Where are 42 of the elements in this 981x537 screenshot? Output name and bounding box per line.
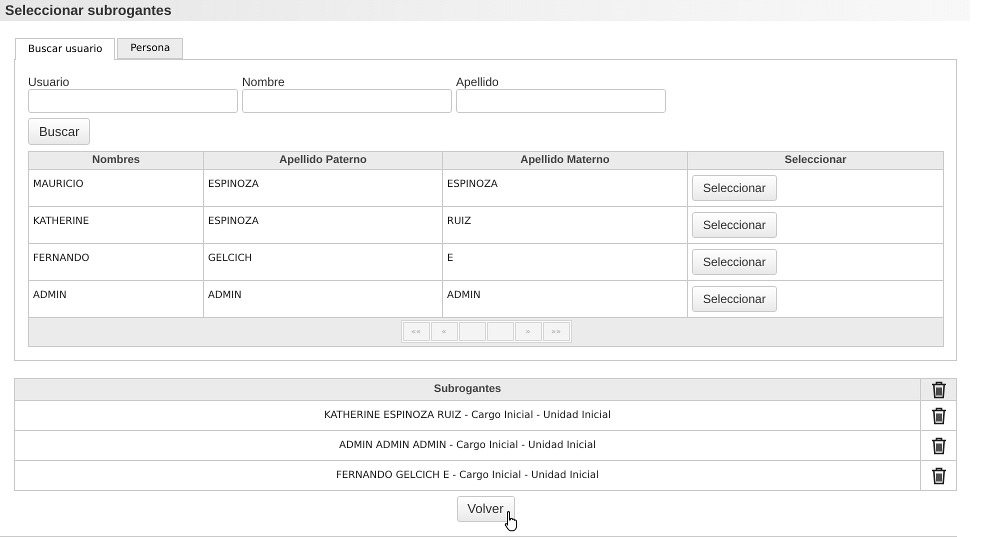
trash-icon[interactable] (930, 466, 946, 484)
field-label: Usuario (28, 74, 70, 89)
column-header: Apellido Materno (442, 152, 688, 169)
table-cell: FERNANDO GELCICH E - Cargo Inicial - Unidad Inicial (14, 460, 920, 490)
table-cell: KATHERINE (28, 206, 204, 243)
table-cell: ADMIN (442, 280, 688, 317)
trash-icon[interactable] (930, 380, 946, 398)
field-label: Nombre (242, 74, 286, 89)
trash-icon[interactable] (930, 436, 946, 454)
pager-button[interactable] (486, 322, 514, 341)
input-field[interactable] (28, 89, 238, 113)
column-header: Seleccionar (688, 152, 944, 169)
table-cell: KATHERINE ESPINOZA RUIZ - Cargo Inicial - Unidad Inicial (14, 400, 920, 430)
page-title: Seleccionar subrogantes (5, 1, 172, 20)
select-button[interactable]: Seleccionar (692, 248, 777, 274)
trash-icon[interactable] (930, 406, 946, 424)
table-cell: ADMIN ADMIN ADMIN - Cargo Inicial - Unidad Inicial (14, 430, 920, 460)
pager-button[interactable] (458, 322, 486, 341)
table-cell: ADMIN (28, 280, 204, 317)
tab[interactable]: Persona (117, 38, 184, 59)
hand-cursor-icon (504, 510, 518, 532)
search-button[interactable]: Buscar (28, 118, 90, 145)
select-button[interactable]: Seleccionar (692, 212, 777, 238)
select-button[interactable]: Seleccionar (692, 286, 777, 312)
table-cell: ESPINOZA (442, 169, 688, 206)
back-button[interactable]: Volver (456, 496, 514, 522)
column-header: Subrogantes (14, 378, 920, 400)
field-label: Apellido (456, 74, 500, 89)
column-header: Nombres (28, 152, 204, 169)
select-button[interactable]: Seleccionar (692, 174, 777, 200)
table-cell: ESPINOZA (204, 206, 442, 243)
table-cell: RUIZ (442, 206, 688, 243)
table-cell: E (442, 243, 688, 280)
table-cell: ESPINOZA (204, 169, 442, 206)
column-header: Apellido Paterno (204, 152, 442, 169)
table-cell: GELCICH (204, 243, 442, 280)
table-cell: MAURICIO (28, 169, 204, 206)
table-cell: ADMIN (204, 280, 442, 317)
input-field[interactable] (456, 89, 666, 113)
table-cell: FERNANDO (28, 243, 204, 280)
input-field[interactable] (242, 89, 452, 113)
tab[interactable]: Buscar usuario (15, 38, 116, 60)
